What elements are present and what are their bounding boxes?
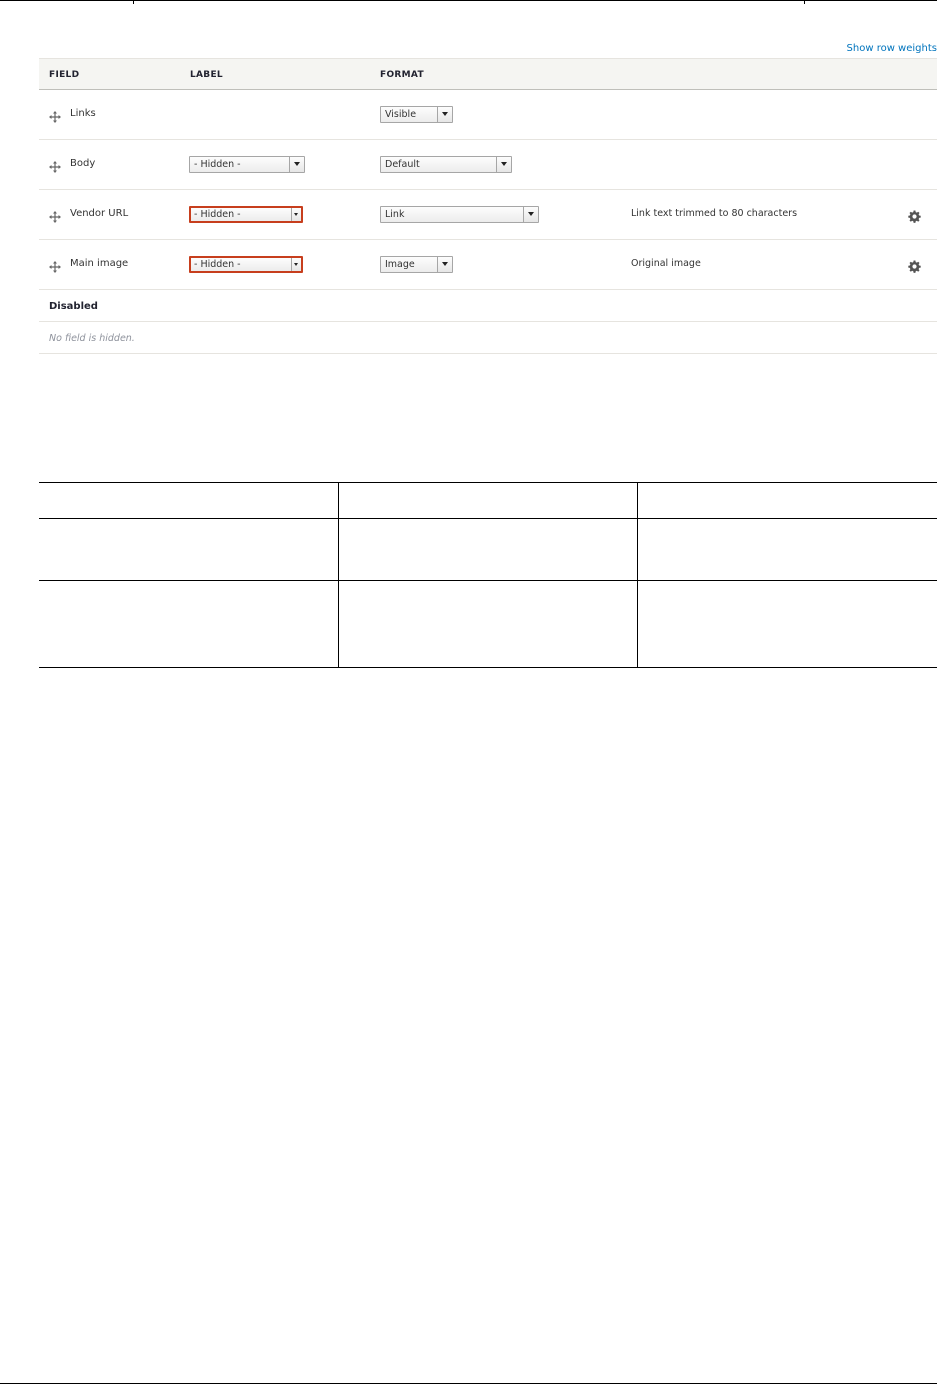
chevron-down-icon <box>437 107 452 122</box>
region-title-row: Disabled <box>39 290 937 322</box>
format-select-value: Visible <box>385 109 417 120</box>
chevron-down-icon <box>291 258 301 271</box>
grid-cell <box>339 519 637 580</box>
chevron-down-icon <box>289 157 304 172</box>
gear-icon[interactable] <box>908 258 921 273</box>
format-select-value: Image <box>385 259 415 270</box>
chevron-down-icon <box>523 207 538 222</box>
grid-line <box>39 667 937 668</box>
field-name: Vendor URL <box>70 208 129 219</box>
chevron-down-icon <box>437 257 452 272</box>
format-summary: Original image <box>631 258 701 269</box>
move-icon[interactable] <box>49 208 61 223</box>
region-title: Disabled <box>49 301 98 312</box>
move-icon[interactable] <box>49 108 61 123</box>
page-top-tick <box>133 0 134 4</box>
format-select[interactable]: Image <box>380 256 453 273</box>
gear-icon[interactable] <box>908 208 921 223</box>
label-select-value: - Hidden - <box>194 209 241 220</box>
grid-cell <box>638 483 937 518</box>
field-name: Main image <box>70 258 129 269</box>
field-name: Links <box>70 108 96 119</box>
region-message-row: No field is hidden. <box>39 322 937 354</box>
label-select-value: - Hidden - <box>194 159 241 170</box>
fields-table: FIELD LABEL FORMAT Links Visible Body - … <box>39 58 937 354</box>
label-select[interactable]: - Hidden - <box>189 156 305 173</box>
region-empty-message: No field is hidden. <box>49 333 135 344</box>
header-field: FIELD <box>49 70 80 80</box>
page-top-tick <box>804 0 805 4</box>
format-select-value: Default <box>385 159 420 170</box>
grid-cell <box>39 483 338 518</box>
format-select[interactable]: Default <box>380 156 512 173</box>
empty-grid-table <box>39 482 937 668</box>
page-top-rule <box>0 0 937 1</box>
table-header: FIELD LABEL FORMAT <box>39 58 937 90</box>
grid-cell <box>39 519 338 580</box>
grid-cell <box>638 581 937 667</box>
grid-cell <box>339 483 637 518</box>
table-row: Links Visible <box>39 90 937 140</box>
move-icon[interactable] <box>49 158 61 173</box>
field-name: Body <box>70 158 96 169</box>
grid-cell <box>39 581 338 667</box>
format-summary: Link text trimmed to 80 characters <box>631 208 798 219</box>
grid-cell <box>339 581 637 667</box>
show-row-weights-link[interactable]: Show row weights <box>847 43 937 54</box>
table-row: Main image - Hidden - Image Original ima… <box>39 240 937 290</box>
chevron-down-icon <box>496 157 511 172</box>
header-label: LABEL <box>190 70 223 80</box>
table-row: Body - Hidden - Default <box>39 140 937 190</box>
format-select[interactable]: Link <box>380 206 539 223</box>
format-select[interactable]: Visible <box>380 106 453 123</box>
chevron-down-icon <box>291 208 301 221</box>
label-select-value: - Hidden - <box>194 259 241 270</box>
label-select[interactable]: - Hidden - <box>189 206 303 223</box>
grid-cell <box>638 519 937 580</box>
move-icon[interactable] <box>49 258 61 273</box>
format-select-value: Link <box>385 209 405 220</box>
header-format: FORMAT <box>380 70 424 80</box>
label-select[interactable]: - Hidden - <box>189 256 303 273</box>
table-row: Vendor URL - Hidden - Link Link text tri… <box>39 190 937 240</box>
